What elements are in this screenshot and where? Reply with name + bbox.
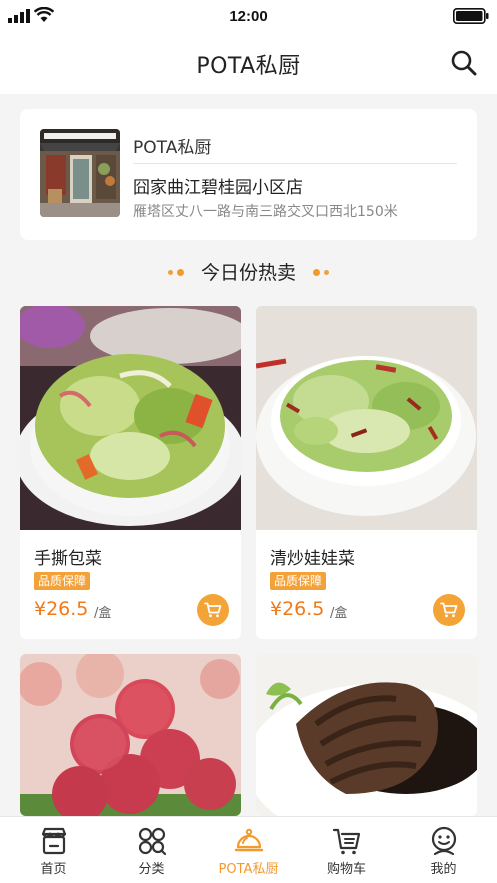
search-icon[interactable] bbox=[449, 48, 479, 78]
cart-icon bbox=[204, 602, 222, 618]
decor-dots-left bbox=[166, 262, 186, 281]
add-to-cart-button[interactable] bbox=[197, 594, 229, 626]
product-price: ¥26.5 bbox=[34, 598, 89, 620]
nav-bar: POTA私厨 bbox=[0, 34, 497, 94]
section-header: 今日份热卖 bbox=[0, 258, 497, 286]
tab-home[interactable]: 首页 bbox=[4, 817, 103, 883]
add-to-cart-button[interactable] bbox=[433, 594, 465, 626]
quality-badge: 品质保障 bbox=[34, 572, 91, 590]
store-address: 雁塔区丈八一路与南三路交叉口西北150米 bbox=[133, 204, 398, 220]
status-bar: 12:00 bbox=[0, 0, 497, 34]
category-icon bbox=[138, 827, 167, 856]
shop-icon bbox=[41, 827, 67, 855]
page-title: POTA私厨 bbox=[196, 54, 301, 79]
product-image bbox=[256, 654, 477, 816]
product-card[interactable] bbox=[256, 654, 477, 816]
quality-badge: 品质保障 bbox=[270, 572, 327, 590]
cart-icon bbox=[440, 602, 458, 618]
store-name: 囧家曲江碧桂园小区店 bbox=[133, 178, 303, 198]
store-brand: POTA私厨 bbox=[133, 138, 212, 158]
tab-label: 购物车 bbox=[326, 862, 366, 877]
product-price: ¥26.5 bbox=[270, 598, 325, 620]
cart-icon bbox=[332, 828, 361, 855]
product-name: 清炒娃娃菜 bbox=[270, 549, 355, 569]
product-image bbox=[20, 654, 241, 816]
store-card[interactable]: POTA私厨 囧家曲江碧桂园小区店 雁塔区丈八一路与南三路交叉口西北150米 bbox=[20, 109, 477, 240]
product-card[interactable]: 手撕包菜 品质保障 ¥26.5 /盒 bbox=[20, 306, 241, 639]
tab-cart[interactable]: 购物车 bbox=[297, 817, 396, 883]
product-unit: /盒 bbox=[330, 606, 348, 621]
product-unit: /盒 bbox=[94, 606, 112, 621]
divider bbox=[133, 163, 457, 164]
tab-label: 首页 bbox=[40, 862, 67, 877]
product-card[interactable] bbox=[20, 654, 241, 816]
tab-category[interactable]: 分类 bbox=[102, 817, 201, 883]
product-image bbox=[256, 306, 477, 530]
tab-profile[interactable]: 我的 bbox=[394, 817, 493, 883]
tab-label: 分类 bbox=[138, 862, 165, 877]
tab-label: POTA私厨 bbox=[218, 862, 279, 877]
profile-icon bbox=[431, 826, 457, 856]
product-card[interactable]: 清炒娃娃菜 品质保障 ¥26.5 /盒 bbox=[256, 306, 477, 639]
store-photo bbox=[40, 129, 120, 217]
tab-pota-kitchen[interactable]: POTA私厨 bbox=[199, 817, 298, 883]
product-image bbox=[20, 306, 241, 530]
tab-bar: 首页 分类 POTA私厨 购物车 我的 bbox=[0, 816, 497, 883]
battery-icon bbox=[453, 8, 489, 24]
cloche-icon bbox=[234, 828, 264, 852]
status-time: 12:00 bbox=[229, 8, 268, 25]
decor-dots-right bbox=[311, 262, 331, 281]
product-name: 手撕包菜 bbox=[34, 549, 102, 569]
section-title: 今日份热卖 bbox=[200, 262, 296, 284]
tab-label: 我的 bbox=[430, 862, 457, 877]
